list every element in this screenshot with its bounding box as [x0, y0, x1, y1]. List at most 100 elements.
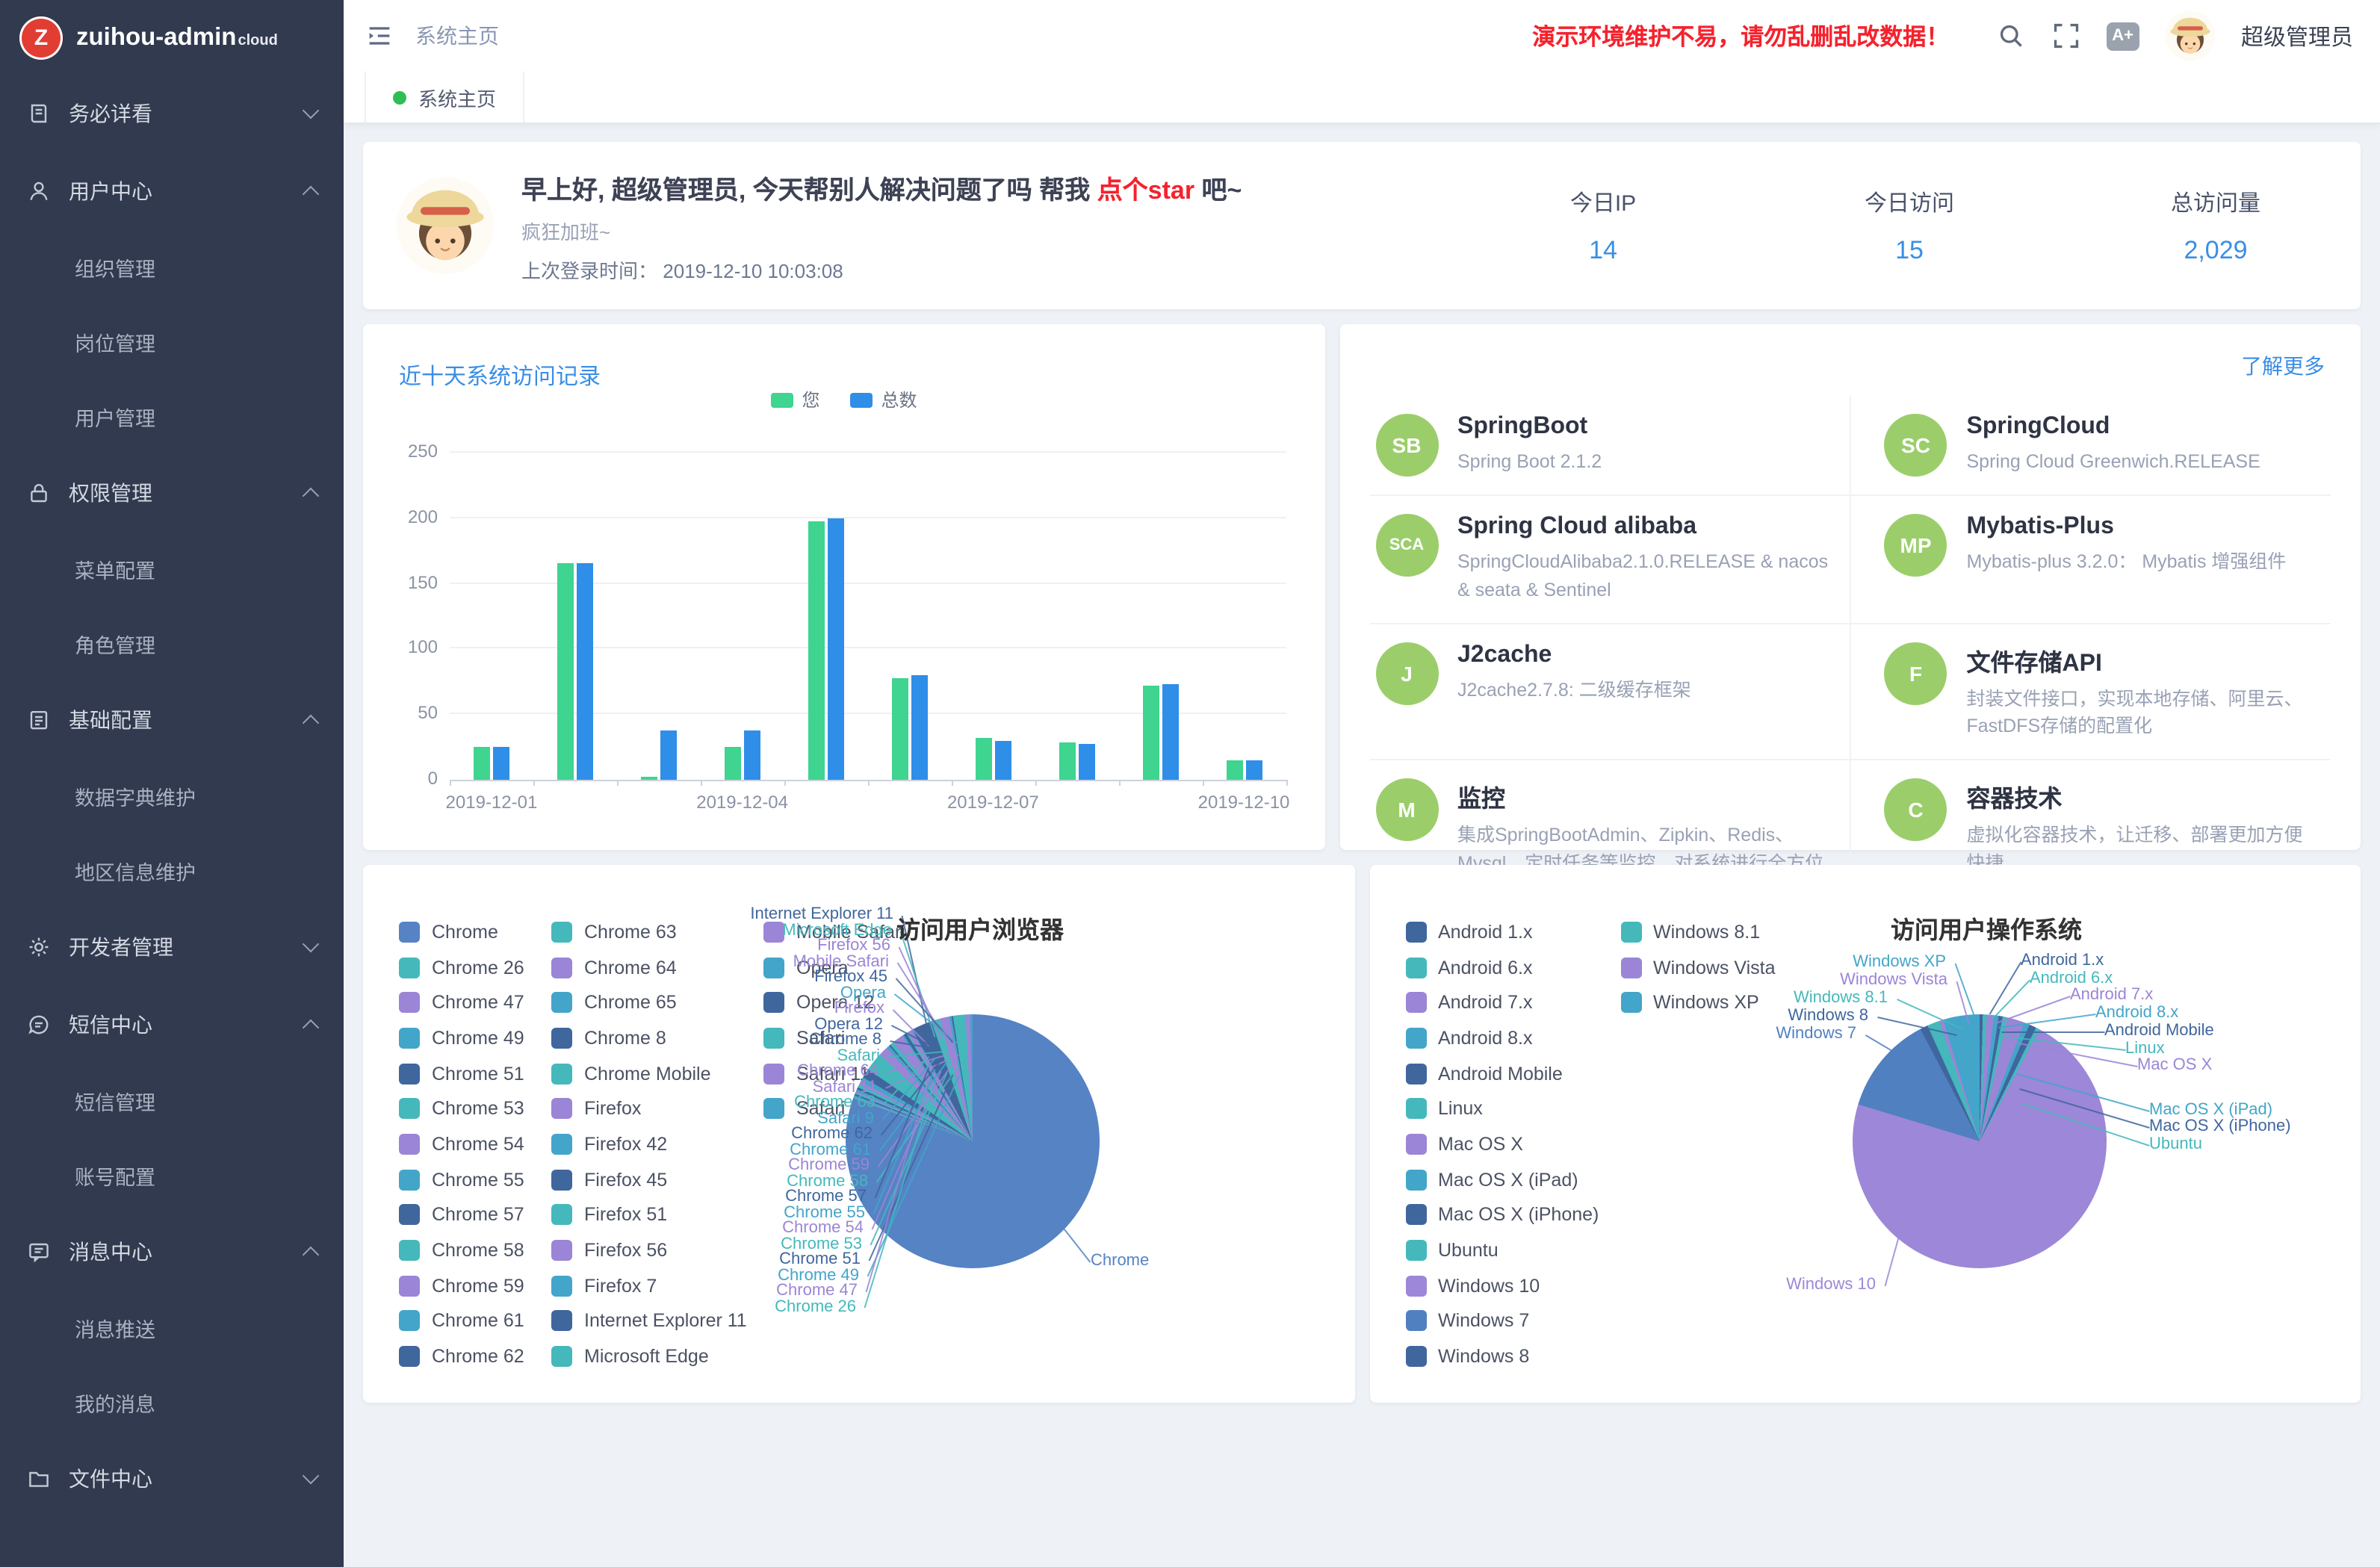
legend-item[interactable]: Chrome 57 [399, 1197, 524, 1232]
sidebar-subitem[interactable]: 角色管理 [0, 606, 344, 681]
legend-item[interactable]: Chrome 49 [399, 1020, 524, 1055]
sidebar-subitem[interactable]: 短信管理 [0, 1064, 344, 1138]
fullscreen-icon[interactable] [2051, 21, 2080, 51]
bar-self[interactable] [975, 738, 991, 780]
legend-item[interactable]: Android Mobile [1405, 1056, 1599, 1091]
sidebar-subitem[interactable]: 菜单配置 [0, 532, 344, 606]
sidebar-item[interactable]: 用户中心 [0, 152, 344, 230]
sidebar-item[interactable]: 短信中心 [0, 986, 344, 1064]
tech-item[interactable]: SBSpringBootSpring Boot 2.1.2 [1369, 396, 1850, 496]
bar-self[interactable] [1142, 686, 1159, 780]
learn-more-link[interactable]: 了解更多 [2241, 351, 2325, 381]
font-size-icon[interactable]: A+ [2106, 22, 2139, 50]
stat-value[interactable]: 15 [1797, 235, 2021, 265]
avatar[interactable] [2165, 10, 2216, 61]
bar-total[interactable] [1162, 684, 1178, 780]
pie-chart[interactable] [846, 1014, 1100, 1268]
legend-item[interactable]: Android 1.x [1405, 914, 1599, 949]
stat-value[interactable]: 14 [1491, 235, 1715, 265]
sidebar-item[interactable]: 基础配置 [0, 681, 344, 759]
legend-item[interactable]: 您 [770, 387, 819, 412]
bar-self[interactable] [808, 522, 825, 780]
sidebar-subitem[interactable]: 组织管理 [0, 230, 344, 305]
legend-item[interactable]: Chrome 58 [399, 1232, 524, 1267]
legend-item[interactable]: Chrome 62 [399, 1339, 524, 1374]
bar-total[interactable] [911, 675, 927, 780]
star-link[interactable]: 点个star [1097, 176, 1194, 204]
pie-slice-label: Mac OS X (iPad) [2149, 1101, 2272, 1119]
sidebar-item[interactable]: 开发者管理 [0, 908, 344, 986]
bar-self[interactable] [891, 677, 908, 780]
tech-item[interactable]: F文件存储API封装文件接口，实现本地存储、阿里云、FastDFS存储的配置化 [1850, 624, 2331, 760]
tech-item-desc: Mybatis-plus 3.2.0： Mybatis 增强组件 [1967, 548, 2287, 577]
bar-self[interactable] [557, 564, 574, 780]
legend-item[interactable]: 总数 [850, 387, 917, 412]
sidebar-item[interactable]: 权限管理 [0, 454, 344, 532]
breadcrumb[interactable]: 系统主页 [415, 21, 499, 51]
sidebar-subitem[interactable]: 地区信息维护 [0, 834, 344, 908]
legend-item[interactable]: Chrome 54 [399, 1126, 524, 1161]
y-axis-label: 100 [378, 637, 438, 658]
bar-total[interactable] [660, 730, 677, 780]
legend-item[interactable]: Mac OS X (iPhone) [1405, 1197, 1599, 1232]
bar-self[interactable] [725, 747, 741, 780]
pie-slice-label: Android 1.x [2021, 952, 2104, 969]
legend-item[interactable]: Windows 10 [1405, 1268, 1599, 1303]
legend-item[interactable]: Mac OS X (iPad) [1405, 1162, 1599, 1197]
tech-item-title: SpringBoot [1457, 414, 1602, 441]
sidebar-subitem[interactable]: 账号配置 [0, 1138, 344, 1213]
legend-item[interactable]: Chrome 53 [399, 1091, 524, 1126]
stat-value[interactable]: 2,029 [2104, 235, 2328, 265]
bar-self[interactable] [641, 778, 657, 781]
pie-chart[interactable] [1852, 1014, 2106, 1268]
bar-total[interactable] [493, 747, 509, 780]
bars [450, 453, 1286, 780]
legend-marker [1405, 1063, 1426, 1084]
bar-total[interactable] [828, 518, 844, 780]
legend-item[interactable]: Chrome 51 [399, 1056, 524, 1091]
tech-item[interactable]: SCASpring Cloud alibabaSpringCloudAlibab… [1369, 496, 1850, 624]
legend-marker [1405, 1099, 1426, 1120]
tech-item[interactable]: SCSpringCloudSpring Cloud Greenwich.RELE… [1850, 396, 2331, 496]
bar-total[interactable] [994, 740, 1011, 780]
legend-item[interactable]: Chrome 55 [399, 1162, 524, 1197]
sidebar-item[interactable]: 务必详看 [0, 75, 344, 152]
legend-item[interactable]: Windows 8.1 [1620, 914, 1776, 949]
legend-item[interactable]: Chrome 47 [399, 985, 524, 1020]
gear-icon [27, 935, 51, 959]
legend-item[interactable]: Mac OS X [1405, 1126, 1599, 1161]
sidebar-item[interactable]: 文件中心 [0, 1440, 344, 1518]
sidebar-subitem[interactable]: 消息推送 [0, 1291, 344, 1365]
bar-self[interactable] [1059, 743, 1075, 780]
sidebar-subitem[interactable]: 我的消息 [0, 1365, 344, 1440]
sidebar-subitem[interactable]: 岗位管理 [0, 305, 344, 379]
bar-total[interactable] [1078, 745, 1094, 780]
username[interactable]: 超级管理员 [2241, 20, 2353, 52]
bar-total[interactable] [744, 730, 760, 780]
tech-item[interactable]: JJ2cacheJ2cache2.7.8: 二级缓存框架 [1369, 624, 1850, 760]
legend-item[interactable]: Chrome [399, 914, 524, 949]
tech-item-title: J2cache [1457, 642, 1691, 668]
stat-item: 今日IP14 [1491, 186, 1715, 265]
search-icon[interactable] [1995, 21, 2025, 51]
legend-item[interactable]: Android 6.x [1405, 949, 1599, 984]
bar-self[interactable] [474, 747, 490, 780]
bar-self[interactable] [1226, 760, 1242, 780]
logo[interactable]: Z zuihou-admincloud [0, 0, 344, 75]
sidebar-subitem[interactable]: 数据字典维护 [0, 759, 344, 834]
bar-total[interactable] [577, 564, 593, 780]
legend-item[interactable]: Chrome 61 [399, 1303, 524, 1338]
legend-item[interactable]: Chrome 59 [399, 1268, 524, 1303]
legend-item[interactable]: Windows 8 [1405, 1339, 1599, 1374]
bar-total[interactable] [1245, 760, 1262, 780]
legend-item[interactable]: Chrome 26 [399, 949, 524, 984]
legend-item[interactable]: Linux [1405, 1091, 1599, 1126]
sidebar-item[interactable]: 消息中心 [0, 1213, 344, 1291]
tech-item[interactable]: MPMybatis-PlusMybatis-plus 3.2.0： Mybati… [1850, 496, 2331, 624]
tab-system-home[interactable]: 系统主页 [365, 72, 524, 122]
collapse-menu-icon[interactable] [365, 21, 394, 51]
legend-item[interactable]: Ubuntu [1405, 1232, 1599, 1267]
legend-item[interactable]: Microsoft Edge [551, 1339, 747, 1374]
legend-item[interactable]: Windows 7 [1405, 1303, 1599, 1338]
sidebar-subitem[interactable]: 用户管理 [0, 379, 344, 454]
